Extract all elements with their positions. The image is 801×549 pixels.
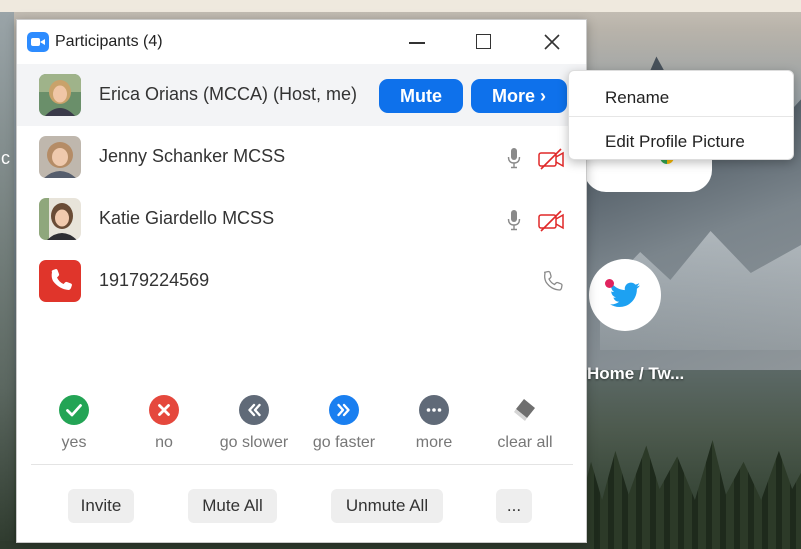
mic-icon[interactable] [507, 209, 521, 231]
more-options-button[interactable]: ... [496, 489, 532, 523]
video-off-icon[interactable] [537, 210, 565, 232]
zoom-app-icon [27, 32, 49, 52]
ellipsis-icon [419, 395, 449, 425]
check-icon [59, 395, 89, 425]
maximize-button[interactable] [463, 28, 503, 56]
left-edge-background [0, 12, 14, 549]
mic-icon[interactable] [507, 147, 521, 169]
twitter-icon [610, 282, 640, 307]
feedback-label: more [415, 434, 453, 451]
eraser-icon [510, 395, 540, 425]
feedback-label: go slower [219, 434, 289, 451]
feedback-label: no [155, 434, 173, 451]
more-dropdown-menu: Rename Edit Profile Picture [568, 70, 794, 160]
minimize-icon [409, 42, 425, 44]
browser-strip [0, 0, 801, 12]
maximize-icon [476, 34, 491, 49]
x-icon [149, 395, 179, 425]
menu-item-edit-profile-picture[interactable]: Edit Profile Picture [605, 132, 745, 152]
avatar [39, 136, 81, 178]
phone-avatar [39, 260, 81, 302]
invite-button[interactable]: Invite [68, 489, 134, 523]
mute-button[interactable]: Mute [379, 79, 463, 113]
background-text-fragment: c [1, 148, 10, 168]
more-button[interactable]: More › [471, 79, 567, 113]
feedback-label: go faster [312, 434, 376, 451]
double-chevron-right-icon [329, 395, 359, 425]
video-off-icon[interactable] [537, 148, 565, 170]
participant-row[interactable]: Katie Giardello MCSS [17, 188, 586, 250]
participant-row-phone[interactable]: 19179224569 [17, 250, 586, 312]
double-chevron-left-icon [239, 395, 269, 425]
feedback-label: clear all [497, 434, 553, 451]
feedback-more[interactable]: more [394, 395, 474, 452]
notification-dot [605, 279, 614, 288]
close-button[interactable] [532, 28, 572, 56]
footer-divider [31, 464, 573, 465]
feedback-clear-all[interactable]: clear all [485, 395, 565, 452]
participant-row-host[interactable]: Erica Orians (MCCA) (Host, me) Mute More… [17, 64, 586, 126]
tree-line [580, 440, 801, 549]
participant-row[interactable]: Jenny Schanker MCSS [17, 126, 586, 188]
feedback-yes[interactable]: yes [34, 395, 114, 452]
feedback-label: yes [61, 434, 87, 451]
unmute-all-button[interactable]: Unmute All [331, 489, 443, 523]
close-icon [544, 34, 560, 50]
phone-icon[interactable] [541, 270, 563, 292]
mute-all-button[interactable]: Mute All [188, 489, 277, 523]
avatar [39, 198, 81, 240]
feedback-go-slower[interactable]: go slower [214, 395, 294, 452]
participants-window: Participants (4) Erica Orians (MCCA) (Ho… [16, 19, 587, 543]
feedback-no[interactable]: no [124, 395, 204, 452]
avatar [39, 74, 81, 116]
window-title: Participants (4) [55, 33, 163, 50]
shortcut-label[interactable]: Home / Tw... [587, 364, 684, 384]
minimize-button[interactable] [397, 28, 437, 56]
menu-item-rename[interactable]: Rename [605, 88, 669, 108]
participant-name: 19179224569 [99, 270, 210, 290]
menu-divider [569, 116, 793, 117]
feedback-go-faster[interactable]: go faster [304, 395, 384, 452]
participant-name: Katie Giardello MCSS [99, 208, 275, 228]
participant-name: Jenny Schanker MCSS [99, 146, 286, 166]
participant-name: Erica Orians (MCCA) (Host, me) [99, 84, 358, 104]
title-bar[interactable]: Participants (4) [17, 20, 586, 64]
